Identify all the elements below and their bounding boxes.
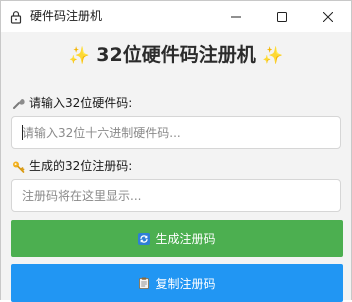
text-caret <box>22 125 23 140</box>
lock-icon <box>9 9 23 24</box>
close-button[interactable] <box>305 1 351 32</box>
refresh-icon <box>138 232 151 245</box>
key-icon <box>12 160 25 173</box>
page-title: ✨ 32位硬件码注册机 ✨ <box>1 42 351 69</box>
maximize-icon <box>277 11 287 22</box>
copy-button[interactable]: 复制注册码 <box>11 264 343 302</box>
main-content: ✨ 32位硬件码注册机 ✨ 请输入32位硬件码: 请输入32位十六进制硬件码..… <box>1 32 351 302</box>
minimize-icon <box>231 12 241 22</box>
hardware-code-input[interactable] <box>11 116 341 149</box>
hardware-code-label: 请输入32位硬件码: <box>12 95 132 111</box>
window-title: 硬件码注册机 <box>30 9 103 23</box>
app-window: 硬件码注册机 ✨ 32位硬件码注册机 ✨ 请输入32位硬件码: 请输入32位十六… <box>0 0 352 302</box>
maximize-button[interactable] <box>259 1 305 32</box>
minimize-button[interactable] <box>213 1 259 32</box>
sparkles-icon: ✨ <box>68 46 90 66</box>
close-icon <box>323 11 333 22</box>
generate-button-label: 生成注册码 <box>155 232 216 246</box>
register-code-label-text: 生成的32位注册码: <box>29 159 133 173</box>
generate-button[interactable]: 生成注册码 <box>11 220 343 257</box>
clipboard-icon <box>138 277 150 289</box>
register-code-label: 生成的32位注册码: <box>12 158 132 174</box>
sparkles-icon: ✨ <box>262 46 284 66</box>
copy-button-label: 复制注册码 <box>155 276 216 291</box>
title-bar[interactable]: 硬件码注册机 <box>1 1 351 32</box>
register-code-output[interactable] <box>11 179 341 212</box>
hardware-code-label-text: 请输入32位硬件码: <box>29 96 133 110</box>
wrench-icon <box>12 97 25 110</box>
page-title-text: 32位硬件码注册机 <box>96 44 256 66</box>
